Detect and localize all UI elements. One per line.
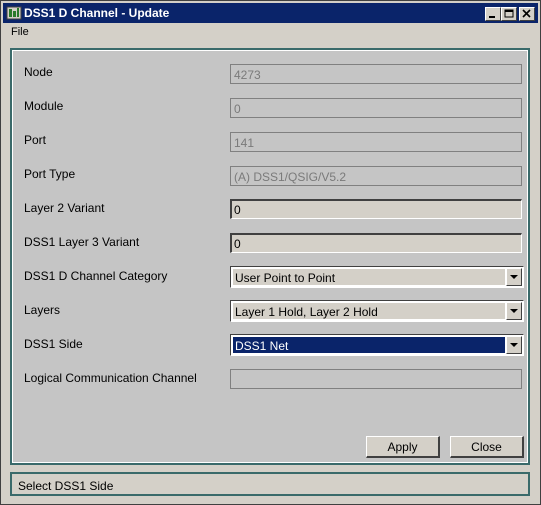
maximize-button[interactable]: [501, 7, 517, 21]
d-channel-category-dropdown-button[interactable]: [506, 268, 522, 286]
layer2-variant-label: Layer 2 Variant: [24, 201, 105, 215]
dss1-side-select[interactable]: DSS1 Net: [230, 334, 524, 356]
d-channel-category-label: DSS1 D Channel Category: [24, 269, 168, 283]
layer3-variant-input[interactable]: 0: [230, 233, 522, 253]
d-channel-category-value: User Point to Point: [233, 269, 505, 285]
dss1-d-channel-update-window: DSS1 D Channel - Update File Node 4273 M…: [0, 0, 541, 505]
close-window-button[interactable]: [519, 7, 535, 21]
maximize-icon: [504, 9, 514, 18]
minimize-icon: [489, 16, 495, 18]
minimize-button[interactable]: [485, 7, 501, 21]
layer2-variant-input[interactable]: 0: [230, 199, 522, 219]
logical-channel-label: Logical Communication Channel: [24, 371, 197, 385]
port-label: Port: [24, 133, 47, 147]
module-label: Module: [24, 99, 64, 113]
chevron-down-icon: [510, 275, 518, 279]
form-panel: Node 4273 Module 0 Port 141 Port Type (A…: [10, 48, 530, 465]
window-title: DSS1 D Channel - Update: [24, 6, 170, 20]
menu-file[interactable]: File: [11, 26, 29, 38]
port-type-label: Port Type: [24, 167, 76, 181]
node-label: Node: [24, 65, 53, 79]
port-type-field: (A) DSS1/QSIG/V5.2: [230, 166, 522, 186]
layers-dropdown-button[interactable]: [506, 302, 522, 320]
dss1-side-value: DSS1 Net: [232, 336, 506, 354]
layers-select[interactable]: Layer 1 Hold, Layer 2 Hold: [230, 300, 524, 322]
apply-button[interactable]: Apply: [366, 436, 440, 458]
title-bar[interactable]: DSS1 D Channel - Update: [3, 3, 538, 23]
app-icon: [6, 5, 22, 21]
d-channel-category-select[interactable]: User Point to Point: [230, 266, 524, 288]
layer3-variant-label: DSS1 Layer 3 Variant: [24, 235, 140, 249]
status-text: Select DSS1 Side: [18, 479, 114, 493]
layers-label: Layers: [24, 303, 61, 317]
module-field: 0: [230, 98, 522, 118]
dss1-side-dropdown-button[interactable]: [506, 336, 522, 354]
close-button[interactable]: Close: [450, 436, 524, 458]
logical-channel-field: [230, 369, 522, 389]
form-panel-inner: Node 4273 Module 0 Port 141 Port Type (A…: [12, 50, 528, 463]
layers-value: Layer 1 Hold, Layer 2 Hold: [233, 303, 505, 319]
dss1-side-label: DSS1 Side: [24, 337, 83, 351]
close-icon: [522, 9, 531, 18]
menu-bar: File: [3, 24, 538, 42]
status-bar: Select DSS1 Side: [10, 472, 530, 496]
port-field: 141: [230, 132, 522, 152]
chevron-down-icon: [510, 343, 518, 347]
node-field: 4273: [230, 64, 522, 84]
chevron-down-icon: [510, 309, 518, 313]
